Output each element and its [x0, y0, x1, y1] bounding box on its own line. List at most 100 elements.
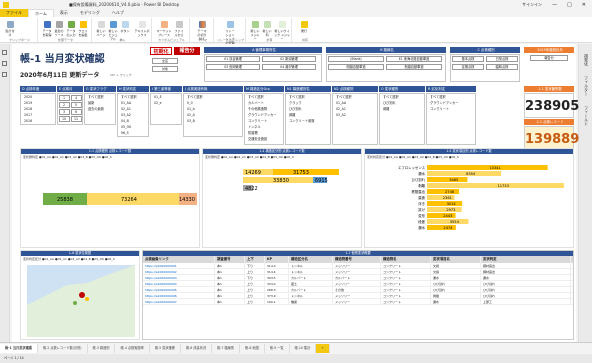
image-link[interactable]: https://a1000000004: [143, 281, 215, 286]
enter-data-button[interactable]: データの入力: [66, 21, 76, 37]
col-header[interactable]: 上下: [245, 256, 265, 263]
tab-file[interactable]: ファイル: [0, 9, 28, 17]
page-tab[interactable]: 帳-9 一覧: [265, 344, 290, 353]
col-header[interactable]: 調査番号: [215, 256, 245, 263]
month-option[interactable]: 5: [70, 101, 82, 108]
image-link[interactable]: https://a1000000006: [143, 293, 215, 298]
kind-option[interactable]: コンクリート剥落: [286, 118, 330, 124]
slicer-option[interactable]: (Blank): [328, 56, 384, 62]
kind-option[interactable]: 03_A2: [333, 112, 377, 118]
kind-option[interactable]: コンクリート: [427, 106, 475, 112]
add-page-button[interactable]: +: [316, 344, 331, 353]
page-tab[interactable]: 帳-7 路線別: [212, 344, 241, 353]
new-measure-button[interactable]: 新しいメジャー: [250, 21, 260, 41]
all-stores-button[interactable]: 全店: [152, 58, 178, 64]
judge-option[interactable]: 06_S: [118, 130, 148, 136]
month-option[interactable]: 6: [70, 108, 82, 115]
new-column-button[interactable]: 新しい列: [262, 21, 272, 37]
page-tab[interactable]: 帳-4 点検実施率: [115, 344, 150, 353]
maximize-icon[interactable]: □: [567, 2, 572, 8]
tab-modeling[interactable]: モデリング: [74, 9, 106, 17]
slicer-option[interactable]: 基本点検: [452, 56, 484, 62]
col-header[interactable]: 構造区分名: [289, 256, 333, 263]
quick-measure-button[interactable]: 新しいクイック メジャー: [274, 21, 290, 41]
table-row[interactable]: https://a1000000007 本1 上り 100.1 橋梁 メッソリー コンクリー…: [143, 299, 573, 305]
close-icon[interactable]: ✕: [582, 2, 586, 8]
slicer-option[interactable]: 関越自動車道: [328, 64, 384, 70]
col-header[interactable]: 変状判定: [481, 256, 571, 263]
visualizations-pane-tab[interactable]: 視覚化: [583, 54, 589, 66]
slicer-option[interactable]: 日常点検: [486, 56, 518, 62]
tab-view[interactable]: 表示: [54, 9, 74, 17]
manage-relationships-label: リレーションシップの管理: [225, 29, 235, 45]
from-file-button[interactable]: ファイルから: [174, 21, 184, 37]
col-header[interactable]: 構造物番号: [333, 256, 381, 263]
flag-option[interactable]: 過去の最新: [85, 106, 115, 112]
new-visual-button[interactable]: 新しいビジュアル: [108, 21, 118, 41]
textbox-button[interactable]: テキストボックス: [134, 21, 150, 37]
map-canvas[interactable]: [27, 265, 135, 337]
table-cell: 本1: [215, 269, 245, 274]
month-option[interactable]: 2: [58, 101, 70, 108]
sign-in-link[interactable]: サインイン: [522, 2, 542, 8]
slicer-option[interactable]: 定期点検: [452, 64, 484, 70]
image-link[interactable]: https://a1000000003: [143, 275, 215, 280]
data-view-icon[interactable]: [2, 61, 7, 66]
month-option[interactable]: 11: [70, 115, 82, 122]
new-page-button[interactable]: 新しいページ: [96, 21, 106, 37]
filters-pane-tab[interactable]: フィルター: [583, 76, 589, 96]
col-header[interactable]: KP: [265, 256, 289, 263]
col-header[interactable]: 変状項目名: [431, 256, 481, 263]
page-tab[interactable]: 帳-10 集計: [290, 344, 317, 353]
init-button[interactable]: 初期化: [150, 47, 172, 55]
switch-theme-button[interactable]: テーマの切り替え: [197, 21, 207, 41]
page-tab[interactable]: 帳-1 当月変状確認: [0, 344, 38, 353]
manage-relationships-button[interactable]: リレーションシップの管理: [225, 21, 235, 45]
report-view-icon[interactable]: [2, 50, 7, 55]
recent-sources-button[interactable]: 最近のソース: [54, 21, 64, 37]
slicer-option[interactable]: 02 新潟管理: [262, 56, 316, 62]
slicer-option[interactable]: E1 東海北陸自動車道: [386, 56, 442, 62]
buttons-button[interactable]: ボタン: [120, 21, 130, 33]
fields-pane-tab[interactable]: フィールド: [583, 106, 589, 126]
tab-help[interactable]: ヘルプ: [106, 9, 130, 17]
slicer-option[interactable]: 04 湯沢管理: [262, 64, 316, 70]
minimize-icon[interactable]: —: [552, 2, 557, 8]
page-tab[interactable]: 帳-5 変状推移: [150, 344, 181, 353]
page-tab[interactable]: 帳-2 点検レコード数(月別): [38, 344, 88, 353]
paste-button[interactable]: 貼り付け: [5, 21, 15, 37]
image-link[interactable]: https://a1000000001: [143, 263, 215, 268]
struct-option[interactable]: 交通安全施設: [245, 136, 283, 142]
col-header[interactable]: 点検画像リンク: [143, 256, 215, 263]
year-option[interactable]: 2016: [21, 118, 55, 124]
slicer-option[interactable]: 臨時点検: [486, 64, 518, 70]
third-option[interactable]: 02_e: [151, 100, 181, 106]
month-option[interactable]: 1: [58, 94, 70, 101]
month-option[interactable]: 10: [58, 115, 70, 122]
marketplace-button[interactable]: マーケットプレース: [156, 21, 172, 37]
measure-option[interactable]: 03_B: [184, 118, 242, 124]
month-option[interactable]: 3: [58, 108, 70, 115]
image-link[interactable]: https://a1000000007: [143, 299, 215, 304]
get-data-button[interactable]: データを取得: [42, 21, 52, 37]
page-tab[interactable]: 帳-6 改善状況: [181, 344, 213, 353]
year-dropdown[interactable]: 報告分: [530, 55, 568, 61]
target-button[interactable]: 対象: [152, 66, 178, 72]
slicer-option[interactable]: 03 長岡管理: [206, 64, 260, 70]
map-point: [73, 301, 77, 305]
image-link[interactable]: https://a1000000005: [143, 287, 215, 292]
chart1-legend: 変状群判定 ●01_AA ●02_A1 ●03_A2 ●04_B ●05_OK …: [23, 155, 112, 159]
model-view-icon[interactable]: [2, 72, 7, 77]
slicer-option[interactable]: 01 漢谷管理: [206, 56, 260, 62]
slicer-option[interactable]: 磐越自動車道: [386, 64, 442, 70]
month-option[interactable]: 4: [70, 94, 82, 101]
col-header[interactable]: 構造物名: [381, 256, 431, 263]
edit-queries-button[interactable]: クエリを編集: [78, 21, 88, 37]
page-tab[interactable]: 帳-3 構造別: [88, 344, 116, 353]
tab-home[interactable]: ホーム: [28, 9, 54, 17]
kind-option[interactable]: 剥離: [380, 106, 424, 112]
report-button[interactable]: 報告分: [174, 47, 200, 55]
image-link[interactable]: https://a1000000002: [143, 269, 215, 274]
publish-button[interactable]: 発行: [299, 21, 309, 33]
page-tab[interactable]: 帳-8 地図: [240, 344, 265, 353]
